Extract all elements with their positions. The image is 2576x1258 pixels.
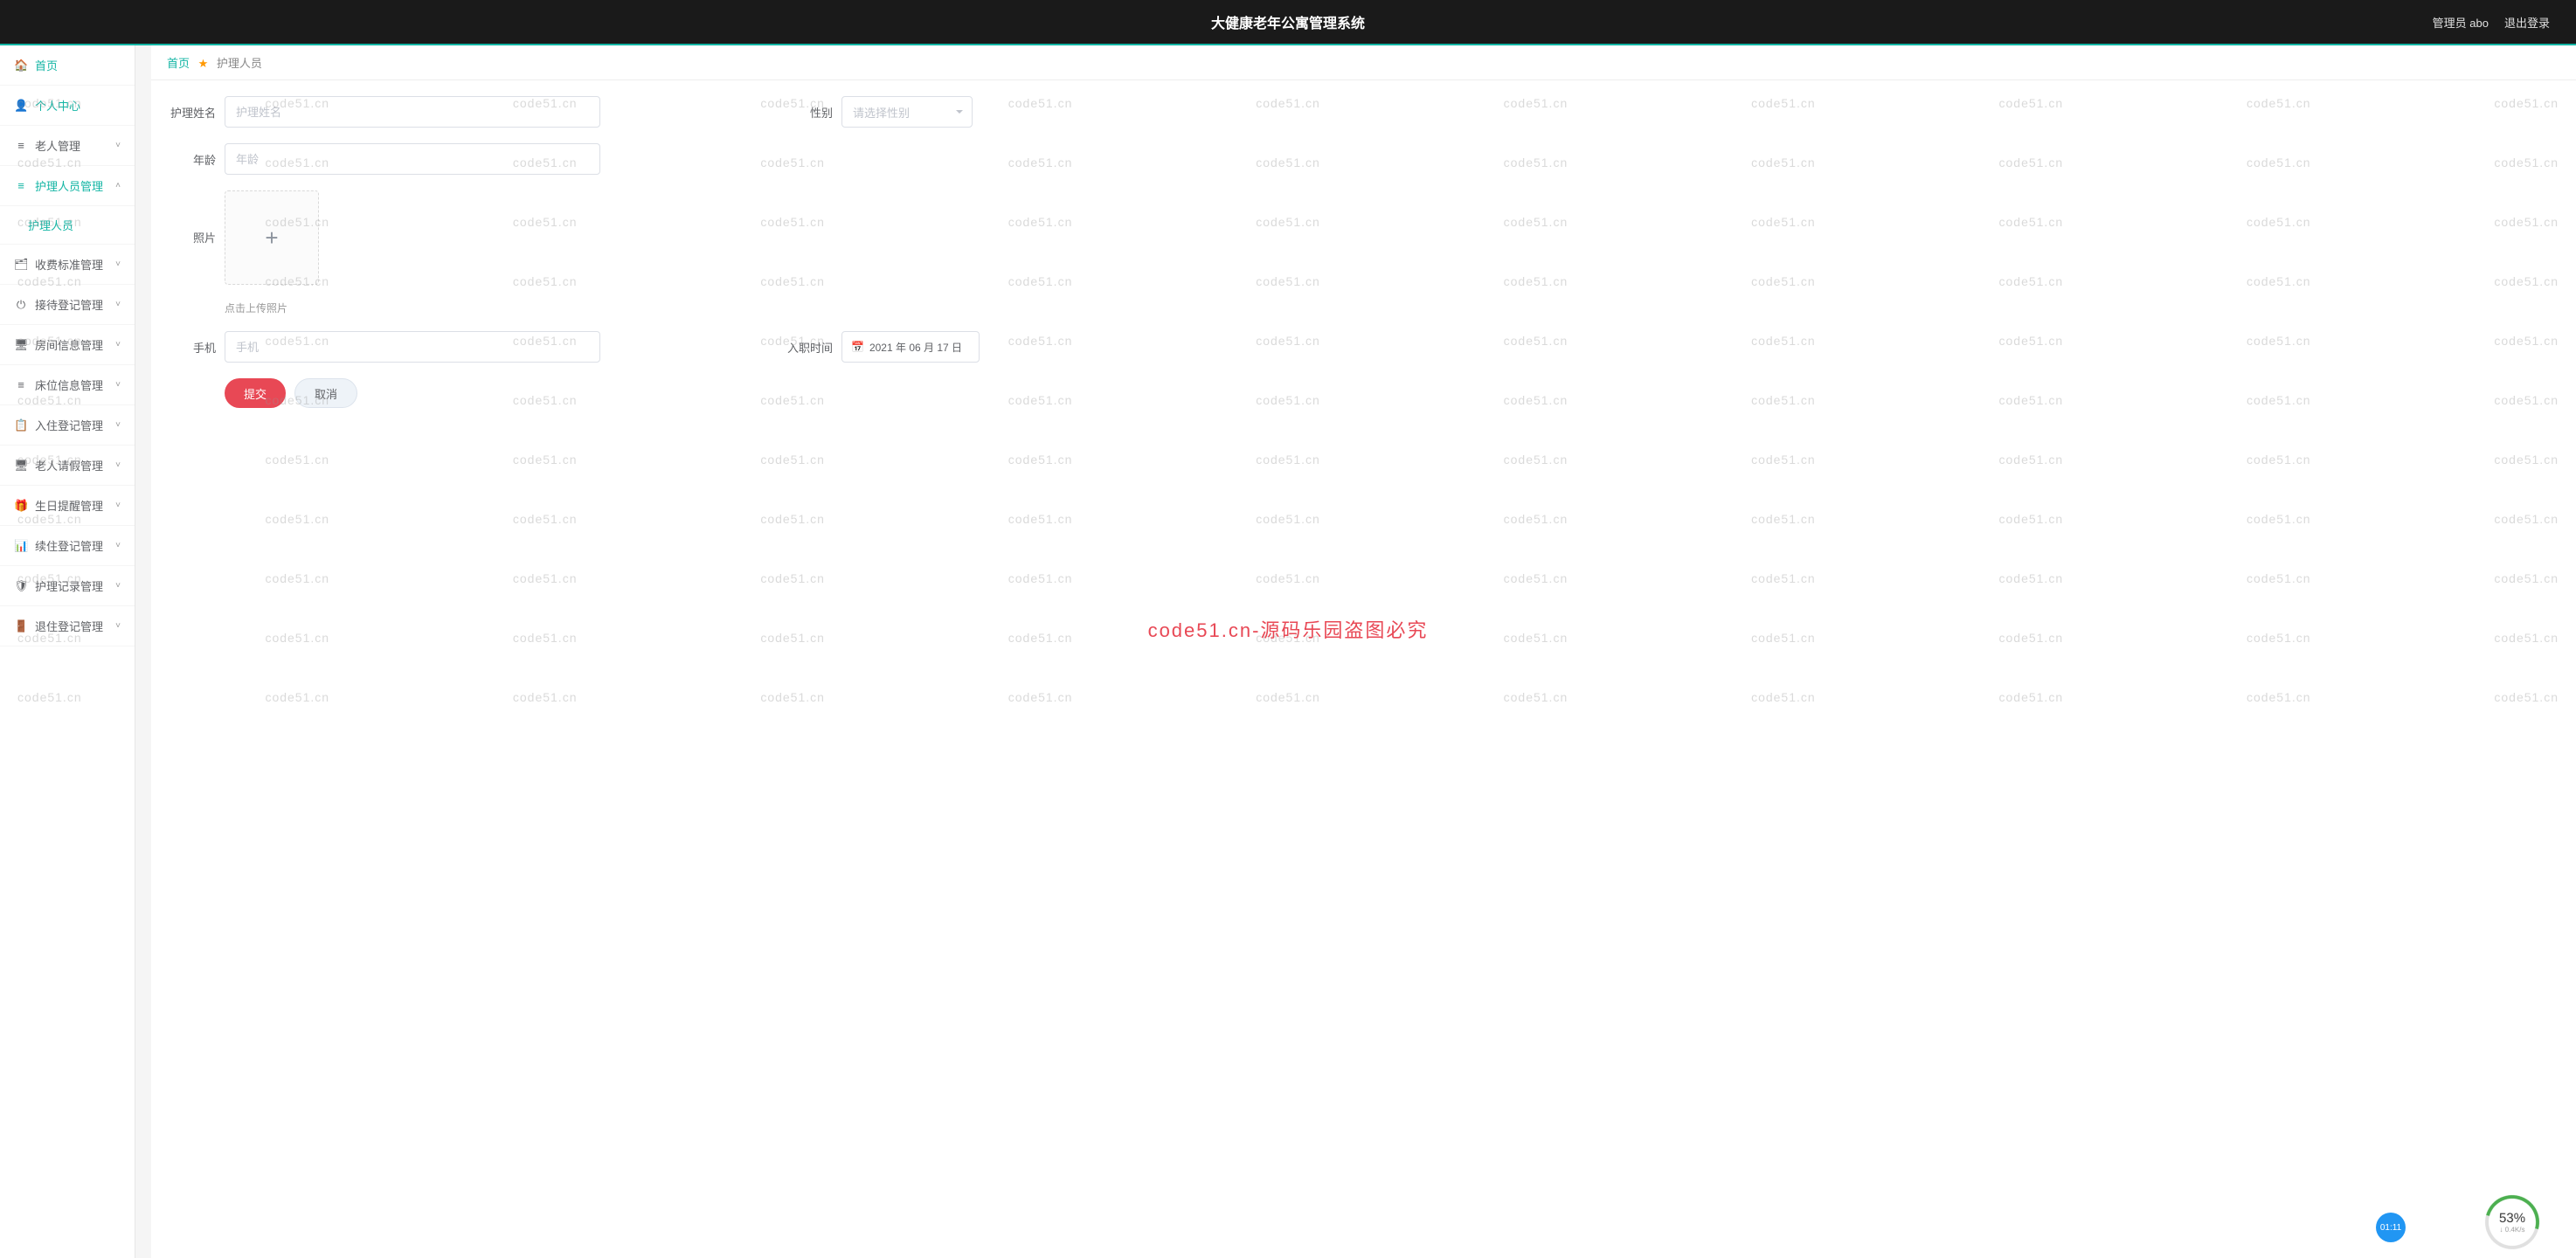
phone-input[interactable] [225, 331, 600, 363]
chevron-down-icon: ˅ [115, 581, 121, 591]
sidebar-item-4[interactable]: 🗂 收费标准管理 ˅ [0, 245, 135, 285]
hiredate-input[interactable]: 📅 2021 年 06 月 17 日 [841, 331, 980, 363]
photo-upload[interactable]: + [225, 190, 319, 285]
admin-label[interactable]: 管理员 abo [2433, 14, 2489, 31]
sidebar-item-8[interactable]: 📋 入住登记管理 ˅ [0, 405, 135, 446]
sidebar-item-label: 首页 [35, 57, 58, 73]
breadcrumb: 首页 ★ 护理人员 [151, 45, 2576, 80]
chevron-down-icon: ˅ [115, 340, 121, 349]
chevron-down-icon: ˅ [115, 259, 121, 269]
menu-icon: 📊 [14, 539, 28, 553]
gender-placeholder: 请选择性别 [853, 104, 910, 121]
menu-icon: ⏻ [14, 298, 28, 312]
sidebar-item-5[interactable]: ⏻ 接待登记管理 ˅ [0, 285, 135, 325]
menu-icon: 🏠 [14, 59, 28, 73]
sidebar-item-13[interactable]: 🚪 退住登记管理 ˅ [0, 606, 135, 646]
sidebar-item-2[interactable]: ≡ 老人管理 ˅ [0, 126, 135, 166]
menu-icon: ≡ [14, 179, 28, 192]
menu-icon: 🎁 [14, 499, 28, 513]
timer-badge: 01:11 [2376, 1213, 2406, 1242]
header-right: 管理员 abo 退出登录 [2433, 14, 2576, 31]
sidebar-item-label: 老人管理 [35, 137, 80, 154]
sidebar-item-label: 退住登记管理 [35, 618, 103, 634]
menu-icon: 🖥 [14, 338, 28, 352]
sidebar-item-6[interactable]: 🖥 房间信息管理 ˅ [0, 325, 135, 365]
upload-hint: 点击上传照片 [225, 301, 319, 315]
logout-link[interactable]: 退出登录 [2504, 14, 2550, 31]
sidebar: 🏠 首页 👤 个人中心 ≡ 老人管理 ˅ ≡ 护理人员管理 ˄ 护理人员 🗂 收费标准管理 ˅ ⏻ 接待登记管… [0, 45, 135, 1258]
menu-icon: ≡ [14, 139, 28, 152]
breadcrumb-current: 护理人员 [217, 57, 262, 70]
sidebar-item-9[interactable]: 🖥 老人请假管理 ˅ [0, 446, 135, 486]
main-content: 首页 ★ 护理人员 护理姓名 性别 请选择性别 年龄 [151, 45, 2576, 1258]
sidebar-item-12[interactable]: 🛡 护理记录管理 ˅ [0, 566, 135, 606]
sidebar-item-label: 生日提醒管理 [35, 497, 103, 514]
menu-icon: 🛡 [14, 579, 28, 593]
star-icon: ★ [198, 57, 209, 70]
photo-label: 照片 [167, 229, 216, 245]
age-label: 年龄 [167, 151, 216, 168]
sidebar-subitem[interactable]: 护理人员 [0, 206, 135, 245]
header: 大健康老年公寓管理系统 管理员 abo 退出登录 [0, 0, 2576, 45]
plus-icon: + [265, 225, 278, 252]
chevron-down-icon: ˅ [115, 380, 121, 390]
sidebar-item-label: 入住登记管理 [35, 417, 103, 433]
menu-icon: 📋 [14, 418, 28, 432]
sidebar-item-label: 护理记录管理 [35, 577, 103, 594]
menu-icon: 🚪 [14, 619, 28, 633]
chevron-down-icon: ˅ [115, 300, 121, 309]
submit-button[interactable]: 提交 [225, 378, 286, 408]
chevron-down-icon: ˅ [115, 420, 121, 430]
sidebar-item-7[interactable]: ≡ 床位信息管理 ˅ [0, 365, 135, 405]
sidebar-item-label: 接待登记管理 [35, 296, 103, 313]
sidebar-item-3[interactable]: ≡ 护理人员管理 ˄ [0, 166, 135, 206]
sidebar-item-label: 收费标准管理 [35, 256, 103, 273]
name-input[interactable] [225, 96, 600, 128]
sidebar-item-label: 床位信息管理 [35, 377, 103, 393]
sidebar-item-label: 续住登记管理 [35, 537, 103, 554]
speed-percent: 53% [2499, 1211, 2525, 1226]
sidebar-item-11[interactable]: 📊 续住登记管理 ˅ [0, 526, 135, 566]
age-input[interactable] [225, 143, 600, 175]
calendar-icon: 📅 [851, 341, 864, 353]
chevron-down-icon: ˅ [115, 141, 121, 150]
speed-sub: ↓ 0.4K/s [2500, 1226, 2525, 1234]
cancel-button[interactable]: 取消 [294, 378, 357, 408]
sidebar-item-10[interactable]: 🎁 生日提醒管理 ˅ [0, 486, 135, 526]
chevron-down-icon: ˅ [115, 621, 121, 631]
sidebar-item-label: 个人中心 [35, 97, 80, 114]
sidebar-item-label: 老人请假管理 [35, 457, 103, 473]
menu-icon: 🗂 [14, 258, 28, 272]
breadcrumb-home[interactable]: 首页 [167, 57, 190, 70]
chevron-up-icon: ˄ [115, 181, 121, 190]
hiredate-label: 入职时间 [784, 339, 833, 356]
app-title: 大健康老年公寓管理系统 [1211, 11, 1365, 32]
sidebar-item-label: 护理人员管理 [35, 177, 103, 194]
gender-label: 性别 [784, 104, 833, 121]
hiredate-value: 2021 年 06 月 17 日 [869, 340, 962, 355]
chevron-down-icon: ˅ [115, 460, 121, 470]
menu-icon: 👤 [14, 99, 28, 113]
sidebar-item-label: 房间信息管理 [35, 336, 103, 353]
gender-select[interactable]: 请选择性别 [841, 96, 973, 128]
menu-icon: 🖥 [14, 459, 28, 473]
chevron-down-icon: ˅ [115, 541, 121, 550]
phone-label: 手机 [167, 339, 216, 356]
sidebar-item-1[interactable]: 👤 个人中心 [0, 86, 135, 126]
sidebar-item-0[interactable]: 🏠 首页 [0, 45, 135, 86]
menu-icon: ≡ [14, 378, 28, 391]
name-label: 护理姓名 [167, 104, 216, 121]
chevron-down-icon: ˅ [115, 501, 121, 510]
form: 护理姓名 性别 请选择性别 年龄 照片 [151, 80, 2576, 424]
